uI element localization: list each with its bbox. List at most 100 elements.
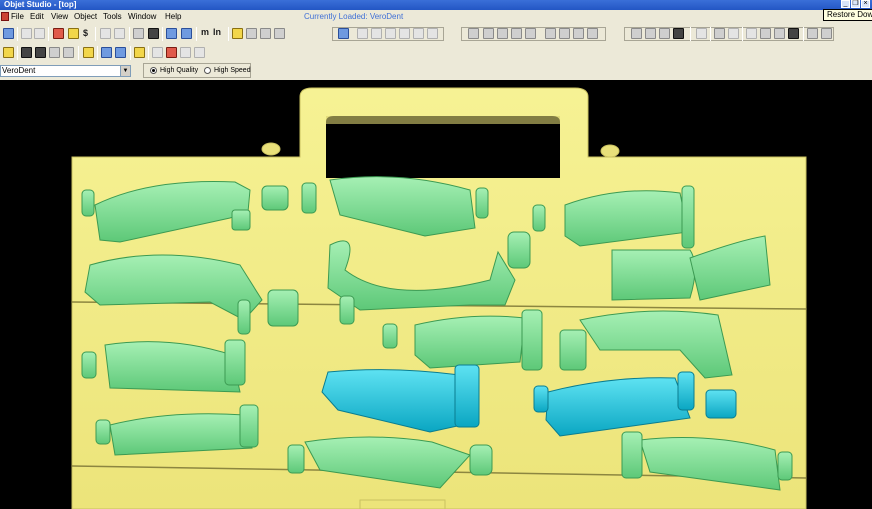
layout-2-icon[interactable] bbox=[645, 28, 656, 39]
outline-icon[interactable] bbox=[511, 28, 522, 39]
model-post bbox=[475, 187, 489, 219]
transform-icon[interactable] bbox=[63, 47, 74, 58]
arrange-2-icon[interactable] bbox=[115, 47, 126, 58]
model-post bbox=[237, 299, 251, 335]
arrange-icon[interactable] bbox=[101, 47, 112, 58]
rotate-y-icon[interactable] bbox=[559, 28, 570, 39]
box-view-2-icon[interactable] bbox=[181, 28, 192, 39]
tray-viewport[interactable] bbox=[0, 80, 872, 509]
material-toolbar: VeroDent ▼ High Quality High Speed bbox=[0, 62, 872, 80]
frame-icon[interactable] bbox=[696, 28, 707, 39]
dental-model bbox=[611, 249, 696, 301]
measure-ln-icon[interactable]: ln bbox=[213, 27, 221, 38]
redo-icon[interactable] bbox=[34, 28, 45, 39]
selected-model-post bbox=[533, 385, 549, 413]
front-view-icon[interactable] bbox=[357, 28, 368, 39]
menu-edit[interactable]: Edit bbox=[30, 10, 44, 24]
dock-left-icon[interactable] bbox=[807, 28, 818, 39]
tray-handle-cutout bbox=[326, 116, 560, 178]
solid-icon[interactable] bbox=[468, 28, 479, 39]
layout-icon[interactable] bbox=[631, 28, 642, 39]
high-quality-label: High Quality bbox=[160, 67, 199, 74]
scale-icon[interactable] bbox=[714, 28, 725, 39]
open-tray-icon[interactable] bbox=[3, 28, 14, 39]
dental-model bbox=[414, 315, 526, 369]
high-speed-label: High Speed bbox=[214, 67, 251, 74]
model-post bbox=[621, 431, 643, 479]
chevron-down-icon[interactable]: ▼ bbox=[120, 66, 130, 76]
minimize-button[interactable]: _ bbox=[841, 0, 850, 8]
single-view-icon[interactable] bbox=[100, 28, 111, 39]
move-object-icon[interactable] bbox=[35, 47, 46, 58]
dollar-icon[interactable]: $ bbox=[83, 28, 88, 39]
iso-view-icon[interactable] bbox=[338, 28, 349, 39]
move-icon[interactable] bbox=[148, 28, 159, 39]
export-icon[interactable] bbox=[180, 47, 191, 58]
selected-model-post bbox=[677, 371, 695, 411]
handle-rim bbox=[326, 116, 560, 124]
back-view-icon[interactable] bbox=[371, 28, 382, 39]
title-bar: Objet Studio - [top] _ ❐ × bbox=[0, 0, 872, 10]
high-quality-radio[interactable] bbox=[150, 67, 157, 74]
resize-arrow-icon[interactable] bbox=[728, 28, 739, 39]
left-view-icon[interactable] bbox=[385, 28, 396, 39]
model-post bbox=[239, 404, 259, 448]
menu-object[interactable]: Object bbox=[74, 10, 97, 24]
build-icon[interactable] bbox=[68, 28, 79, 39]
high-speed-radio[interactable] bbox=[204, 67, 211, 74]
model-post bbox=[287, 444, 305, 474]
currently-loaded-status: Currently Loaded: VeroDent bbox=[304, 12, 404, 21]
place-icon[interactable] bbox=[83, 47, 94, 58]
fit-icon[interactable] bbox=[274, 28, 285, 39]
select-all-icon[interactable] bbox=[246, 28, 257, 39]
hand-icon[interactable] bbox=[760, 28, 771, 39]
menu-view[interactable]: View bbox=[51, 10, 68, 24]
import-icon[interactable] bbox=[194, 47, 205, 58]
four-views-icon[interactable] bbox=[114, 28, 125, 39]
insert-icon[interactable] bbox=[53, 28, 64, 39]
tray-settings-icon[interactable] bbox=[3, 47, 14, 58]
zoom-icon[interactable] bbox=[746, 28, 757, 39]
tray-properties-icon[interactable] bbox=[166, 47, 177, 58]
rotate-view-icon[interactable] bbox=[774, 28, 785, 39]
pointer-icon[interactable] bbox=[21, 47, 32, 58]
undo-icon[interactable] bbox=[21, 28, 32, 39]
top-view-icon[interactable] bbox=[413, 28, 424, 39]
wireframe-icon[interactable] bbox=[483, 28, 494, 39]
grid-icon[interactable] bbox=[152, 47, 163, 58]
rotate-object-icon[interactable] bbox=[49, 47, 60, 58]
select-object-icon[interactable] bbox=[232, 28, 243, 39]
rotate-all-icon[interactable] bbox=[587, 28, 598, 39]
material-select[interactable]: VeroDent ▼ bbox=[0, 65, 131, 77]
layout-3-icon[interactable] bbox=[659, 28, 670, 39]
menu-file[interactable]: File bbox=[11, 10, 24, 24]
main-toolbar: $ m ln bbox=[0, 24, 872, 44]
restore-button[interactable]: ❐ bbox=[851, 0, 860, 8]
app-icon[interactable] bbox=[1, 12, 9, 21]
rotate-x-icon[interactable] bbox=[545, 28, 556, 39]
measure-m-icon[interactable]: m bbox=[201, 27, 209, 38]
printer-icon[interactable] bbox=[673, 28, 684, 39]
model-post bbox=[81, 351, 97, 379]
box-icon[interactable] bbox=[525, 28, 536, 39]
bottom-view-icon[interactable] bbox=[427, 28, 438, 39]
window-controls: _ ❐ × bbox=[841, 0, 870, 8]
box-view-icon[interactable] bbox=[166, 28, 177, 39]
model-post bbox=[267, 289, 299, 327]
menu-window[interactable]: Window bbox=[128, 10, 156, 24]
close-button[interactable]: × bbox=[861, 0, 870, 8]
pan-hand-icon[interactable] bbox=[133, 28, 144, 39]
rotate-z-icon[interactable] bbox=[573, 28, 584, 39]
model-post bbox=[301, 182, 317, 214]
menu-tools[interactable]: Tools bbox=[103, 10, 122, 24]
menu-help[interactable]: Help bbox=[165, 10, 181, 24]
dock-right-icon[interactable] bbox=[821, 28, 832, 39]
model-post bbox=[81, 189, 95, 217]
model-post bbox=[382, 323, 398, 349]
paint-bucket-icon[interactable] bbox=[134, 47, 145, 58]
move-view-icon[interactable] bbox=[788, 28, 799, 39]
filter-icon[interactable] bbox=[260, 28, 271, 39]
right-view-icon[interactable] bbox=[399, 28, 410, 39]
selected-model-post bbox=[454, 364, 480, 428]
shaded-icon[interactable] bbox=[497, 28, 508, 39]
